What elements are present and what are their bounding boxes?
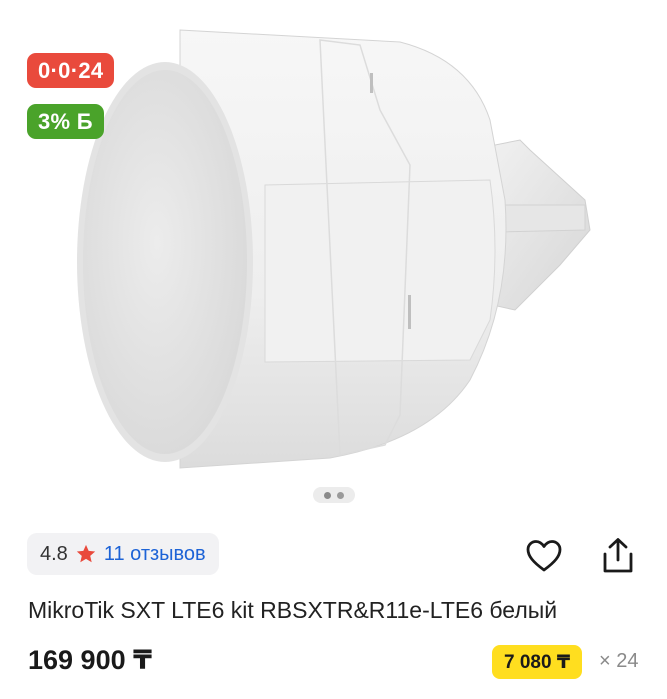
heart-outline-icon [525, 539, 563, 578]
star-icon [75, 543, 97, 565]
installment-months: × 24 [599, 650, 639, 672]
product-page: 0·0·24 3% Б 4.8 11 отзывов MikroTik SXT … [0, 0, 667, 699]
monthly-payment-badge[interactable]: 7 080 ₸ [492, 645, 583, 679]
gallery-pagination[interactable] [313, 487, 355, 503]
installment-plan-badge: 0·0·24 [27, 53, 115, 88]
pagination-dot-1[interactable] [324, 491, 331, 499]
rating-value: 4.8 [40, 542, 68, 565]
share-button[interactable] [596, 536, 640, 580]
bonus-badge: 3% Б [27, 104, 104, 139]
reviews-link[interactable]: 11 отзывов [104, 543, 206, 566]
product-image-gallery[interactable]: 0·0·24 3% Б [0, 0, 667, 520]
share-icon [600, 537, 636, 580]
pagination-dot-2[interactable] [337, 491, 344, 499]
favorite-button[interactable] [522, 536, 566, 580]
rating-chip[interactable]: 4.8 11 отзывов [27, 533, 219, 575]
product-title: MikroTik SXT LTE6 kit RBSXTR&R11e-LTE6 б… [28, 597, 558, 623]
product-price: 169 900 ₸ [28, 645, 152, 675]
